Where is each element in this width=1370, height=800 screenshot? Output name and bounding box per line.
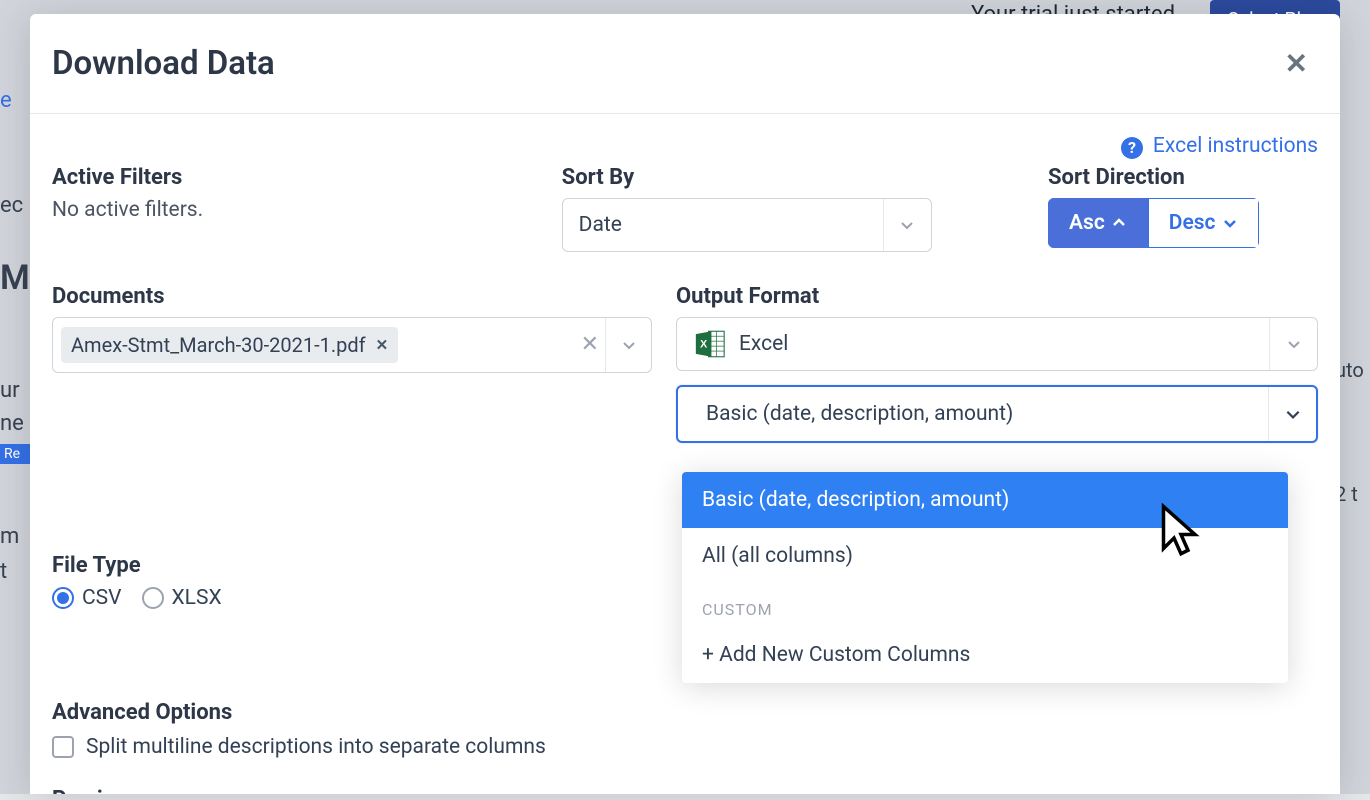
sort-by-label: Sort By	[562, 165, 1028, 190]
output-columns-value: Basic (date, description, amount)	[706, 402, 1013, 426]
sort-direction-label: Sort Direction	[1048, 165, 1318, 190]
remove-tag-icon[interactable]: ✕	[376, 336, 389, 354]
modal-header: Download Data ✕	[30, 14, 1340, 114]
excel-instructions-link[interactable]: Excel instructions	[1153, 134, 1318, 158]
sort-by-select[interactable]: Date	[562, 198, 932, 252]
radio-checked-icon	[52, 587, 74, 609]
advanced-options-label: Advanced Options	[52, 700, 1318, 725]
modal-body: ? Excel instructions Active Filters No a…	[30, 114, 1340, 794]
active-filters-label: Active Filters	[52, 165, 542, 190]
cursor-icon	[1160, 503, 1202, 559]
close-icon[interactable]: ✕	[1285, 47, 1308, 80]
chevron-up-icon	[1111, 215, 1127, 231]
file-type-csv-option[interactable]: CSV	[52, 586, 122, 610]
excel-icon: X	[693, 327, 727, 361]
split-multiline-checkbox[interactable]	[52, 736, 74, 758]
bg-left-fragments: e ec M ur ne Re m t	[0, 80, 30, 800]
split-multiline-label: Split multiline descriptions into separa…	[86, 735, 546, 759]
chevron-down-icon	[605, 318, 651, 372]
chevron-down-icon	[1269, 318, 1317, 370]
output-app-select[interactable]: X Excel	[676, 317, 1318, 371]
documents-select[interactable]: Amex-Stmt_March-30-2021-1.pdf ✕ ✕	[52, 317, 652, 373]
preview-label: Preview	[52, 787, 1318, 794]
documents-label: Documents	[52, 284, 652, 309]
document-tag-label: Amex-Stmt_March-30-2021-1.pdf	[71, 333, 366, 357]
svg-text:X: X	[700, 338, 707, 350]
chevron-down-icon	[1222, 215, 1238, 231]
active-filters-empty: No active filters.	[52, 198, 542, 222]
sort-desc-button[interactable]: Desc	[1148, 198, 1259, 248]
dropdown-custom-header: CUSTOM	[682, 584, 1288, 627]
output-columns-select[interactable]: Basic (date, description, amount)	[676, 385, 1318, 443]
help-icon: ?	[1121, 137, 1143, 159]
output-format-label: Output Format	[676, 284, 1318, 309]
file-type-xlsx-option[interactable]: XLSX	[142, 586, 222, 610]
output-app-value: Excel	[739, 332, 788, 356]
clear-all-icon[interactable]: ✕	[581, 332, 599, 357]
bg-right-fragments: uto 2 t	[1335, 350, 1370, 750]
dropdown-option-add-custom[interactable]: + Add New Custom Columns	[682, 627, 1288, 683]
sort-asc-button[interactable]: Asc	[1048, 198, 1148, 248]
document-tag: Amex-Stmt_March-30-2021-1.pdf ✕	[61, 327, 398, 363]
modal-title: Download Data	[52, 44, 275, 83]
chevron-down-icon	[1268, 387, 1316, 441]
instructions-link-row: ? Excel instructions	[52, 134, 1318, 159]
sort-direction-toggle: Asc Desc	[1048, 198, 1259, 248]
radio-unchecked-icon	[142, 587, 164, 609]
sort-by-value: Date	[579, 213, 622, 237]
chevron-down-icon	[883, 199, 931, 251]
